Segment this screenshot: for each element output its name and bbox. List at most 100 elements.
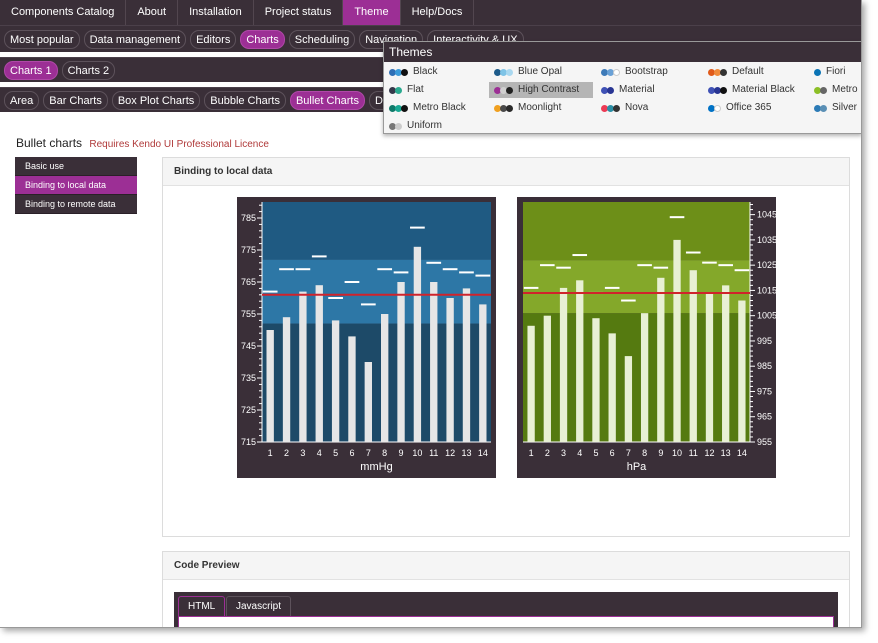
category-data-management[interactable]: Data management <box>83 29 187 49</box>
bullet-bar <box>543 315 551 442</box>
menu-item-project-status[interactable]: Project status <box>254 0 344 25</box>
app-window: Components Catalog About Installation Proje… <box>0 0 862 628</box>
target-marker <box>604 286 620 289</box>
category-label: 8 <box>642 448 647 458</box>
axis-title: hPa <box>627 461 647 473</box>
theme-nova[interactable]: Nova <box>601 100 648 116</box>
tick-label: 955 <box>757 437 772 447</box>
target-marker <box>262 290 278 293</box>
theme-fiori[interactable]: Fiori <box>814 64 845 80</box>
category-label: 9 <box>658 448 663 458</box>
category-scheduling[interactable]: Scheduling <box>288 29 356 49</box>
target-marker <box>393 271 409 274</box>
theme-high-contrast[interactable]: High Contrast <box>489 82 593 98</box>
theme-swatch-icon <box>494 104 513 112</box>
category-label: 6 <box>610 448 615 458</box>
category-label: 10 <box>412 448 422 458</box>
menu-item-help-docs[interactable]: Help/Docs <box>401 0 475 25</box>
code-preview-title: Code Preview <box>163 552 849 580</box>
category-label: 1 <box>529 448 534 458</box>
bullet-bar <box>413 246 422 442</box>
plot-band <box>523 202 750 261</box>
chart-group-charts-1[interactable]: Charts 1 <box>4 60 58 80</box>
category-charts[interactable]: Charts <box>240 29 285 49</box>
theme-blue-opal[interactable]: Blue Opal <box>494 64 562 80</box>
target-marker <box>279 268 294 271</box>
menu-item-about[interactable]: About <box>126 0 179 25</box>
example-menu: Basic use Binding to local data Binding to… <box>15 157 137 214</box>
chart-type-box-plot-charts[interactable]: Box Plot Charts <box>111 90 201 110</box>
category-editors[interactable]: Editors <box>190 29 237 49</box>
category-label: 2 <box>284 448 289 458</box>
theme-material[interactable]: Material <box>601 82 655 98</box>
tick-label: 1045 <box>757 210 776 220</box>
theme-label: Bootstrap <box>625 66 668 77</box>
theme-metro[interactable]: Metro <box>814 82 858 98</box>
tick-label: 1025 <box>757 260 776 270</box>
theme-label: Default <box>732 66 764 77</box>
bullet-bar <box>559 287 568 442</box>
category-label: 4 <box>577 448 582 458</box>
theme-moonlight[interactable]: Moonlight <box>494 100 561 116</box>
theme-material-black[interactable]: Material Black <box>708 82 795 98</box>
tick-label: 745 <box>241 341 256 351</box>
category-label: 14 <box>737 448 747 458</box>
theme-swatch-icon <box>494 68 513 76</box>
bullet-bar <box>527 325 535 442</box>
category-label: 13 <box>721 448 731 458</box>
theme-flat[interactable]: Flat <box>389 82 424 98</box>
theme-uniform[interactable]: Uniform <box>389 118 442 133</box>
category-label: 12 <box>445 448 455 458</box>
tick-label: 975 <box>757 386 772 396</box>
target-marker <box>572 254 588 257</box>
menu-item-components-catalog[interactable]: Components Catalog <box>0 0 127 25</box>
page-title: Bullet charts Requires Kendo UI Professi… <box>16 136 269 150</box>
theme-label: Moonlight <box>518 102 562 113</box>
chart-type-bullet-charts[interactable]: Bullet Charts <box>289 90 365 110</box>
theme-metro-black[interactable]: Metro Black <box>389 100 466 116</box>
menu-item-theme[interactable]: Theme <box>343 0 401 25</box>
theme-bootstrap[interactable]: Bootstrap <box>601 64 668 80</box>
target-marker <box>328 297 343 299</box>
tab-html[interactable]: HTML <box>178 596 226 616</box>
category-label: 5 <box>333 448 338 458</box>
target-marker <box>685 251 701 254</box>
target-marker <box>702 261 717 264</box>
theme-office-365[interactable]: Office 365 <box>708 100 771 116</box>
code-editor[interactable] <box>178 616 834 627</box>
tick-label: 755 <box>241 309 256 319</box>
category-most-popular[interactable]: Most popular <box>4 29 80 49</box>
tick-label: 1005 <box>757 311 776 321</box>
bullet-bar <box>738 300 746 442</box>
chart-type-area[interactable]: Area <box>4 90 40 110</box>
theme-label: Flat <box>407 84 424 95</box>
tab-javascript[interactable]: Javascript <box>226 596 292 616</box>
tick-label: 995 <box>757 336 772 346</box>
bullet-bar <box>576 280 584 442</box>
chart-type-bubble-charts[interactable]: Bubble Charts <box>204 90 286 110</box>
bullet-bar <box>430 282 438 442</box>
example-binding-to-remote-data[interactable]: Binding to remote data <box>15 195 137 214</box>
example-basic-use[interactable]: Basic use <box>15 157 137 176</box>
category-label: 6 <box>349 448 354 458</box>
chart-type-bar-charts[interactable]: Bar Charts <box>43 90 108 110</box>
chart-group-charts-2[interactable]: Charts 2 <box>61 60 116 80</box>
theme-label: Metro Black <box>413 102 466 113</box>
bullet-chart-mmhg: 715 725 735 745 755 765 775 785 1 2 3 4 5 6 7 8 9 10 11 12 1… <box>237 197 496 478</box>
theme-label: Nova <box>625 102 649 113</box>
theme-silver[interactable]: Silver <box>814 100 857 116</box>
theme-default[interactable]: Default <box>708 64 764 80</box>
theme-swatch-icon <box>389 68 408 76</box>
category-label: 13 <box>461 448 471 458</box>
theme-swatch-icon <box>389 104 408 112</box>
tick-label: 735 <box>241 373 256 383</box>
theme-black[interactable]: Black <box>389 64 437 80</box>
theme-label: Office 365 <box>726 102 772 113</box>
bullet-bar <box>705 292 714 442</box>
bullet-bar <box>348 336 356 442</box>
theme-label: High Contrast <box>518 84 580 95</box>
tick-label: 725 <box>241 405 256 415</box>
themes-dropdown: Themes Black Blue Opal Bootstrap Default Fio… <box>383 41 861 134</box>
example-binding-to-local-data[interactable]: Binding to local data <box>15 176 137 195</box>
menu-item-installation[interactable]: Installation <box>178 0 254 25</box>
